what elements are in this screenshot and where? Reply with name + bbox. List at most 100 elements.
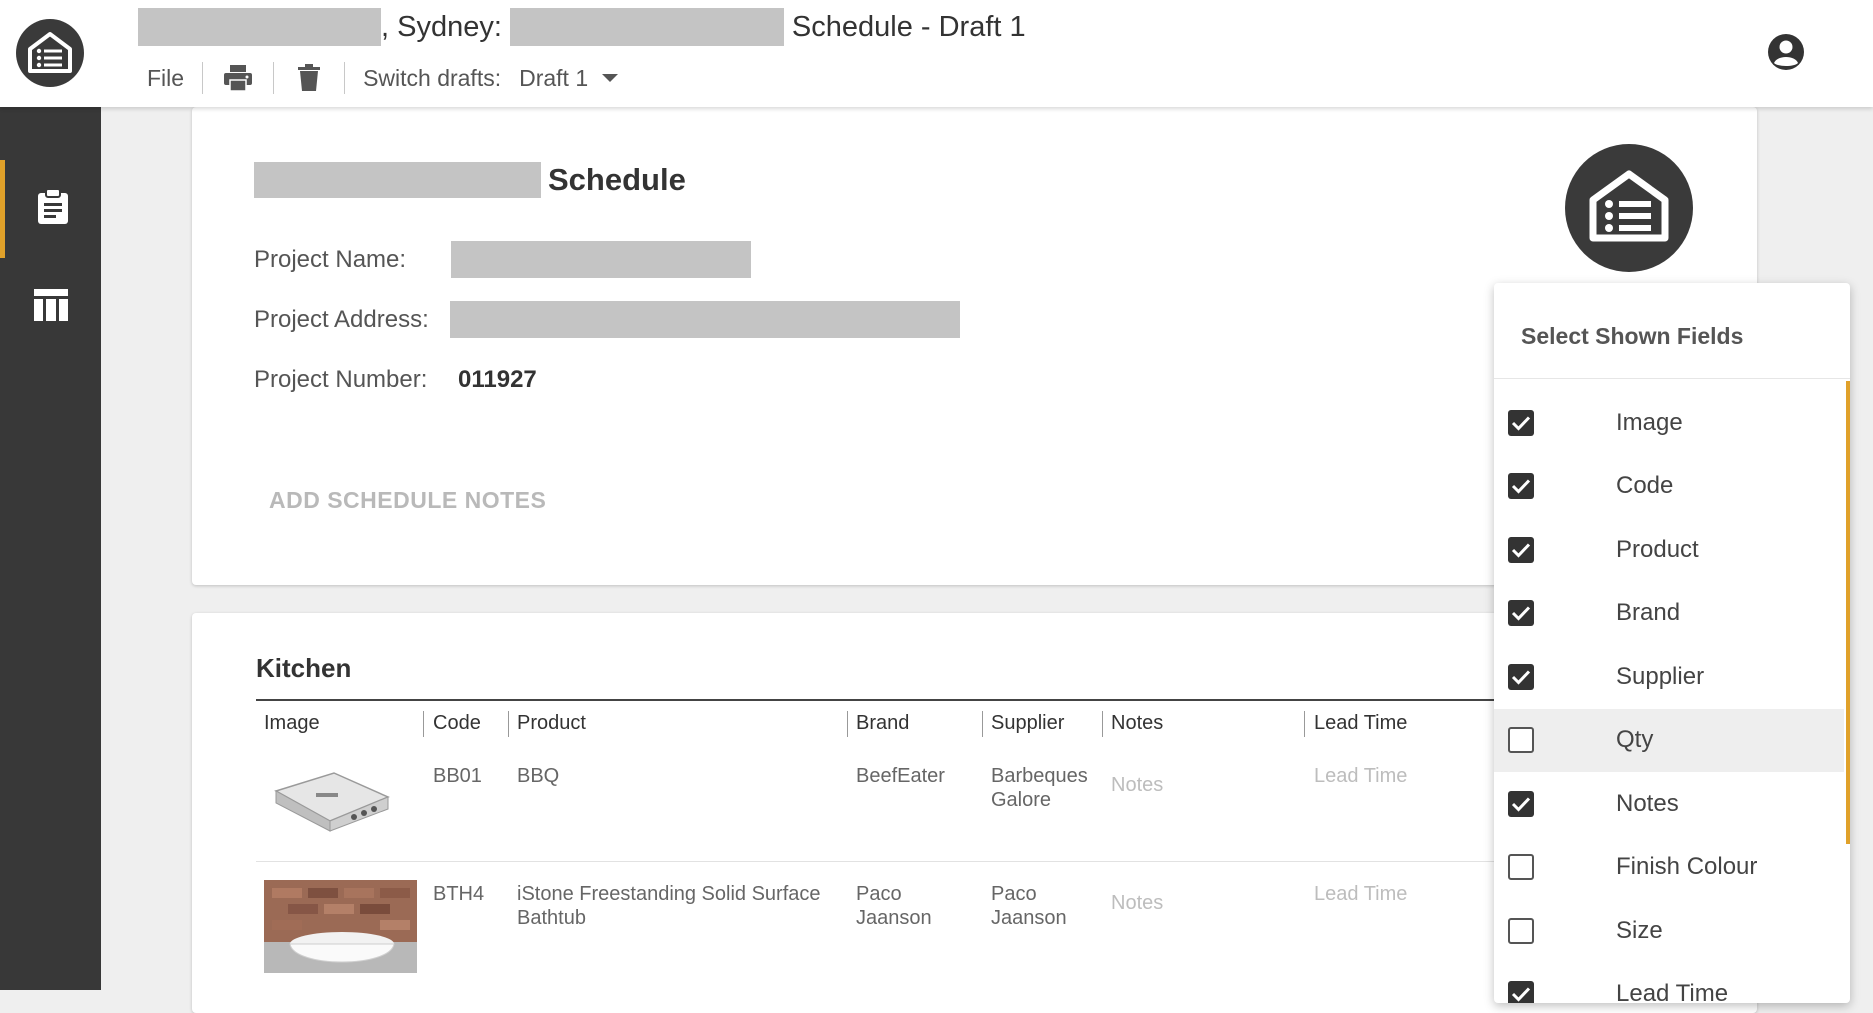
checkbox-unchecked-icon[interactable] bbox=[1508, 727, 1534, 753]
column-header-notes[interactable]: Notes bbox=[1111, 712, 1163, 735]
column-resize-handle[interactable] bbox=[1304, 711, 1305, 737]
notes-input[interactable]: Notes bbox=[1111, 891, 1163, 915]
schedule-title-text: Schedule bbox=[548, 162, 686, 197]
field-option-label: Supplier bbox=[1616, 662, 1705, 690]
product-image-bathtub bbox=[264, 880, 417, 973]
field-option-label: Finish Colour bbox=[1616, 853, 1758, 880]
checkbox-checked-icon[interactable] bbox=[1508, 536, 1534, 563]
checkbox-checked-icon[interactable] bbox=[1508, 473, 1534, 499]
toolbar-divider bbox=[202, 62, 204, 94]
field-option-product[interactable]: Product bbox=[1494, 518, 1844, 581]
redacted-project-address-value bbox=[450, 301, 960, 338]
lead-time-input[interactable]: Lead Time bbox=[1314, 882, 1407, 906]
column-header-supplier[interactable]: Supplier bbox=[991, 712, 1064, 735]
field-option-label: Size bbox=[1616, 916, 1663, 944]
cell-code: BB01 bbox=[433, 765, 482, 787]
project-number-label: Project Number: bbox=[254, 366, 428, 393]
field-option-label: Lead Time bbox=[1616, 980, 1729, 1003]
redacted-client-name bbox=[138, 8, 381, 46]
project-address-row: Project Address: bbox=[254, 301, 960, 338]
field-option-supplier[interactable]: Supplier bbox=[1494, 645, 1844, 708]
redacted-project-name-value bbox=[451, 241, 751, 278]
product-image-bbq bbox=[264, 751, 394, 841]
toolbar-divider bbox=[273, 62, 275, 94]
lead-time-input[interactable]: Lead Time bbox=[1314, 764, 1407, 788]
field-option-notes[interactable]: Notes bbox=[1494, 772, 1844, 835]
checkbox-checked-icon[interactable] bbox=[1508, 663, 1534, 690]
checkbox-checked-icon[interactable] bbox=[1508, 790, 1534, 817]
project-number-value: 011927 bbox=[458, 366, 537, 393]
account-icon[interactable] bbox=[1767, 33, 1805, 71]
delete-icon[interactable] bbox=[292, 61, 326, 95]
print-icon[interactable] bbox=[221, 61, 255, 95]
current-draft: Draft 1 bbox=[519, 64, 589, 91]
field-option-image[interactable]: Image bbox=[1494, 391, 1844, 454]
column-header-image[interactable]: Image bbox=[264, 712, 320, 735]
cell-brand: Paco Jaanson bbox=[856, 883, 932, 929]
file-menu[interactable]: File bbox=[147, 65, 184, 92]
schedule-title: Schedule bbox=[254, 162, 686, 198]
column-resize-handle[interactable] bbox=[982, 711, 983, 737]
clipboard-icon bbox=[37, 187, 69, 230]
checkbox-unchecked-icon[interactable] bbox=[1508, 854, 1534, 880]
sidebar bbox=[0, 107, 101, 990]
notes-input[interactable]: Notes bbox=[1111, 773, 1163, 797]
cell-code: BTH4 bbox=[433, 883, 485, 905]
project-number-row: Project Number: 011927 bbox=[254, 366, 537, 394]
caret-down-icon bbox=[602, 74, 619, 82]
column-header-code[interactable]: Code bbox=[433, 712, 481, 735]
checkbox-checked-icon[interactable] bbox=[1508, 409, 1534, 436]
title-separator: , Sydney: bbox=[381, 10, 502, 43]
title-suffix: Schedule - Draft 1 bbox=[791, 10, 1026, 43]
field-option-label: Brand bbox=[1616, 599, 1681, 626]
cell-product: iStone Freestanding Solid Surface Bathtu… bbox=[517, 883, 821, 929]
toolbar: File Switch drafts: Draft 1 bbox=[138, 58, 619, 98]
field-option-label: Code bbox=[1616, 472, 1674, 499]
field-option-label: Qty bbox=[1616, 726, 1654, 753]
checkbox-checked-icon[interactable] bbox=[1508, 981, 1534, 1003]
cell-product: BBQ bbox=[517, 765, 560, 787]
menu-title: Select Shown Fields bbox=[1521, 323, 1744, 349]
menu-scrollbar[interactable] bbox=[1846, 381, 1850, 844]
app-logo-icon[interactable] bbox=[16, 19, 84, 87]
cell-brand: BeefEater bbox=[856, 765, 945, 787]
select-shown-fields-menu: Select Shown Fields Image Code Product Bran… bbox=[1494, 283, 1850, 1003]
field-option-brand[interactable]: Brand bbox=[1494, 582, 1844, 645]
table-icon bbox=[33, 288, 68, 326]
section-title: Kitchen bbox=[256, 653, 352, 683]
project-name-label: Project Name: bbox=[254, 245, 407, 273]
field-option-label: Product bbox=[1616, 535, 1699, 563]
column-resize-handle[interactable] bbox=[847, 711, 848, 737]
company-logo-icon bbox=[1565, 144, 1693, 272]
column-resize-handle[interactable] bbox=[508, 711, 509, 737]
field-option-code[interactable]: Code bbox=[1494, 455, 1844, 518]
redacted-project-name bbox=[509, 8, 784, 46]
draft-select[interactable]: Draft 1 bbox=[519, 64, 619, 92]
document-title: , Sydney: Schedule - Draft 1 bbox=[138, 7, 1026, 47]
field-option-finish-colour[interactable]: Finish Colour bbox=[1494, 836, 1844, 899]
checkbox-checked-icon[interactable] bbox=[1508, 600, 1534, 626]
add-schedule-notes-button[interactable]: ADD SCHEDULE NOTES bbox=[269, 487, 546, 514]
sidebar-item-table[interactable] bbox=[0, 258, 101, 356]
cell-supplier: Paco Jaanson bbox=[991, 883, 1067, 929]
column-resize-handle[interactable] bbox=[1102, 711, 1103, 737]
column-header-brand[interactable]: Brand bbox=[856, 712, 909, 735]
column-resize-handle[interactable] bbox=[423, 711, 424, 737]
field-option-label: Image bbox=[1616, 408, 1683, 436]
menu-divider bbox=[1494, 378, 1850, 379]
switch-drafts-label: Switch drafts: bbox=[363, 64, 502, 91]
cell-supplier: Barbeques Galore bbox=[991, 765, 1088, 811]
field-option-qty[interactable]: Qty bbox=[1494, 708, 1844, 772]
project-name-row: Project Name: bbox=[254, 241, 751, 278]
field-option-label: Notes bbox=[1616, 789, 1679, 817]
top-bar: , Sydney: Schedule - Draft 1 File Switch… bbox=[0, 0, 1873, 107]
checkbox-unchecked-icon[interactable] bbox=[1508, 917, 1534, 944]
field-option-size[interactable]: Size bbox=[1494, 899, 1844, 962]
column-header-product[interactable]: Product bbox=[517, 712, 586, 735]
field-option-lead-time[interactable]: Lead Time bbox=[1494, 963, 1844, 1003]
redacted-client-name bbox=[254, 162, 541, 198]
sidebar-item-schedule[interactable] bbox=[0, 160, 101, 258]
column-header-lead-time[interactable]: Lead Time bbox=[1314, 712, 1407, 735]
toolbar-divider bbox=[344, 62, 346, 94]
project-address-label: Project Address: bbox=[254, 305, 429, 333]
